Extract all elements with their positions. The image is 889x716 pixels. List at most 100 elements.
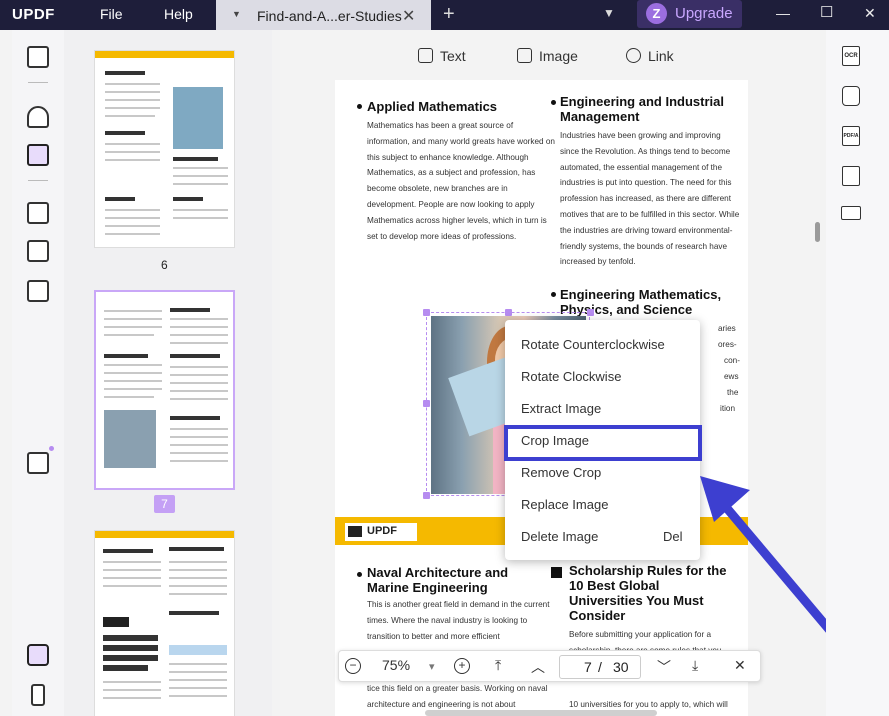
partial-line-4: ews — [724, 372, 739, 381]
square-bullet — [551, 567, 562, 578]
tab-close-icon[interactable]: ✕ — [402, 6, 415, 26]
partial-line-1: aries — [718, 324, 736, 333]
link-tool-label[interactable]: Link — [648, 48, 674, 64]
document-tab[interactable]: ▼ Find-and-A...er-Studies ✕ — [216, 0, 431, 30]
protect-icon[interactable] — [842, 166, 860, 186]
page-number-6: 6 — [161, 258, 168, 272]
page-thumbnail-7[interactable] — [94, 290, 235, 490]
updf-banner-logo: UPDF — [345, 523, 417, 541]
thumbnail-panel: 6 7 — [64, 30, 272, 716]
toolbar-divider — [28, 82, 48, 83]
tabs-dropdown-icon[interactable]: ▼ — [603, 6, 615, 20]
image-tool-label[interactable]: Image — [539, 48, 578, 64]
total-pages: 30 — [613, 659, 629, 675]
tab-dropdown-icon[interactable]: ▼ — [232, 9, 241, 19]
pdfa-icon[interactable]: PDF/A — [842, 126, 860, 146]
vertical-scrollbar[interactable] — [815, 222, 820, 242]
text-eng-industrial[interactable]: Industries have been growing and improvi… — [560, 128, 742, 270]
reader-icon[interactable] — [27, 46, 49, 68]
page-number-box[interactable]: 7 / 30 — [559, 655, 641, 679]
organize-pages-icon[interactable] — [27, 202, 49, 224]
horizontal-scrollbar[interactable] — [425, 710, 657, 716]
close-navbar-button[interactable]: ✕ — [734, 657, 746, 674]
menu-rotate-cw[interactable]: Rotate Clockwise — [521, 369, 621, 384]
page-thumbnail-8[interactable] — [94, 530, 235, 716]
upgrade-label[interactable]: Upgrade — [675, 5, 733, 22]
bullet — [357, 572, 362, 577]
zoom-value[interactable]: 75% — [382, 657, 410, 673]
mail-icon[interactable] — [841, 206, 861, 220]
resize-handle-t[interactable] — [505, 309, 512, 316]
bookmark-icon[interactable] — [31, 684, 45, 706]
menu-delete-image[interactable]: Delete Image — [521, 529, 598, 544]
partial-line-6: ition — [720, 404, 736, 413]
text-applied-math[interactable]: Mathematics has been a great source of i… — [367, 118, 555, 244]
first-page-button[interactable]: ⤒ — [495, 657, 501, 674]
gift-icon[interactable] — [27, 452, 49, 474]
toolbar-divider — [28, 180, 48, 181]
resize-handle-bl[interactable] — [423, 492, 430, 499]
partial-line-2: ores- — [718, 340, 737, 349]
current-page-input[interactable]: 7 — [584, 659, 592, 675]
text-naval-continued[interactable]: tice this field on a greater basis. Work… — [367, 681, 557, 713]
menu-replace-image[interactable]: Replace Image — [521, 497, 608, 512]
left-toolbar — [12, 30, 64, 716]
heading-eng-industrial[interactable]: Engineering and Industrial Management — [560, 94, 740, 124]
layers-icon[interactable] — [27, 644, 49, 666]
right-toolbar: OCR PDF/A — [826, 30, 889, 716]
minimize-button[interactable]: — — [776, 5, 790, 21]
title-bar: UPDF File Help ▼ Find-and-A...er-Studies… — [0, 0, 889, 30]
convert-icon[interactable] — [842, 86, 860, 106]
app-logo: UPDF — [12, 6, 55, 23]
tab-title[interactable]: Find-and-A...er-Studies — [257, 8, 402, 24]
menu-help[interactable]: Help — [164, 6, 193, 22]
bullet — [357, 104, 362, 109]
upgrade-button[interactable]: Z Upgrade — [637, 0, 742, 28]
menu-remove-crop[interactable]: Remove Crop — [521, 465, 601, 480]
thumbnail-image — [173, 87, 223, 149]
updf-logo-icon — [348, 526, 362, 537]
add-image-tool[interactable]: Image — [517, 48, 578, 64]
page-number-7: 7 — [154, 495, 175, 513]
prev-page-button[interactable]: ︿ — [531, 657, 545, 677]
text-icon — [418, 48, 433, 63]
add-text-tool[interactable]: Text — [418, 48, 466, 64]
crop-pages-icon[interactable] — [27, 240, 49, 262]
maximize-button[interactable]: ☐ — [820, 3, 833, 21]
partial-line-3: con- — [724, 356, 740, 365]
resize-handle-tl[interactable] — [423, 309, 430, 316]
link-icon — [626, 48, 641, 63]
comment-icon[interactable] — [27, 106, 49, 128]
avatar[interactable]: Z — [646, 3, 667, 24]
menu-file[interactable]: File — [100, 6, 123, 22]
heading-naval[interactable]: Naval Architecture and Marine Engineerin… — [367, 565, 547, 595]
edit-pdf-icon[interactable] — [27, 144, 49, 166]
banner-logo-text: UPDF — [367, 525, 397, 537]
resize-handle-tr[interactable] — [587, 309, 594, 316]
tools-icon[interactable] — [27, 280, 49, 302]
next-page-button[interactable]: ﹀ — [657, 657, 671, 677]
last-page-button[interactable]: ⤓ — [692, 657, 698, 674]
zoom-in-button[interactable]: + — [454, 658, 470, 674]
thumbnail-image — [104, 410, 156, 468]
menu-rotate-ccw[interactable]: Rotate Counterclockwise — [521, 337, 665, 352]
image-icon — [517, 48, 532, 63]
text-naval[interactable]: This is another great field in demand in… — [367, 597, 557, 644]
new-tab-button[interactable]: + — [443, 3, 455, 26]
bullet — [551, 100, 556, 105]
partial-line-5: the — [727, 388, 739, 397]
resize-handle-l[interactable] — [423, 400, 430, 407]
close-window-button[interactable]: ✕ — [864, 5, 876, 22]
menu-extract-image[interactable]: Extract Image — [521, 401, 601, 416]
ocr-icon[interactable]: OCR — [842, 46, 860, 66]
text-tool-label[interactable]: Text — [440, 48, 466, 64]
page-navigation-bar: − 75% ▾ + ⤒ ︿ 7 / 30 ﹀ ⤓ ✕ — [338, 650, 761, 682]
zoom-out-button[interactable]: − — [345, 658, 361, 674]
zoom-dropdown-icon[interactable]: ▾ — [429, 660, 435, 673]
delete-shortcut: Del — [663, 529, 683, 544]
heading-applied-math[interactable]: Applied Mathematics — [367, 99, 547, 114]
page-thumbnail-6[interactable] — [94, 50, 235, 248]
page-separator: / — [598, 659, 602, 675]
crop-image-highlight — [504, 425, 702, 461]
add-link-tool[interactable]: Link — [626, 48, 674, 64]
